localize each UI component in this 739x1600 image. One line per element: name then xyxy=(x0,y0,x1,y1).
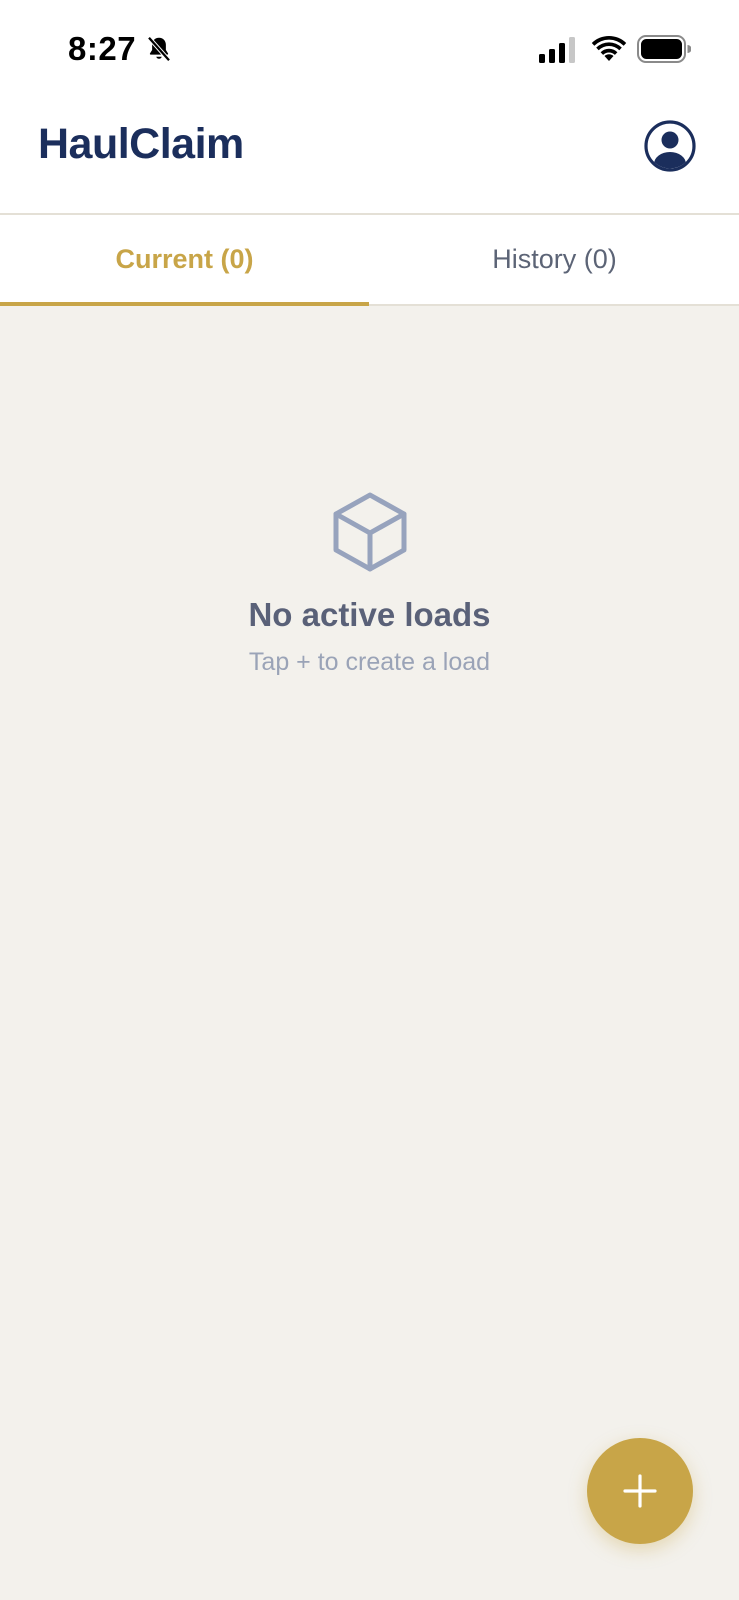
empty-state: No active loads Tap + to create a load xyxy=(0,490,739,677)
app-title: HaulClaim xyxy=(38,120,244,168)
tab-bar: Current (0) History (0) xyxy=(0,215,739,306)
empty-state-title: No active loads xyxy=(248,596,491,633)
empty-state-subtitle: Tap + to create a load xyxy=(248,648,491,676)
status-time: 8:27 xyxy=(68,30,137,67)
cellular-signal-icon xyxy=(539,37,575,63)
profile-button[interactable] xyxy=(644,120,696,172)
status-bar: 8:27 xyxy=(0,0,739,96)
app-screen: 8:27 HaulClaim Current (0) History (0) N… xyxy=(0,0,739,1600)
wifi-icon xyxy=(591,35,627,61)
bell-slash-icon xyxy=(147,36,171,62)
tab-current-label: Current (0) xyxy=(115,244,254,274)
active-tab-indicator xyxy=(0,302,369,306)
battery-icon xyxy=(637,35,691,63)
app-header: HaulClaim xyxy=(0,96,739,215)
tab-history-label: History (0) xyxy=(492,244,617,274)
cube-icon xyxy=(333,492,406,572)
plus-icon xyxy=(623,1474,657,1508)
tab-history[interactable]: History (0) xyxy=(370,215,739,304)
create-load-button[interactable] xyxy=(587,1438,693,1544)
user-circle-icon xyxy=(644,120,696,172)
tab-current[interactable]: Current (0) xyxy=(0,215,369,306)
